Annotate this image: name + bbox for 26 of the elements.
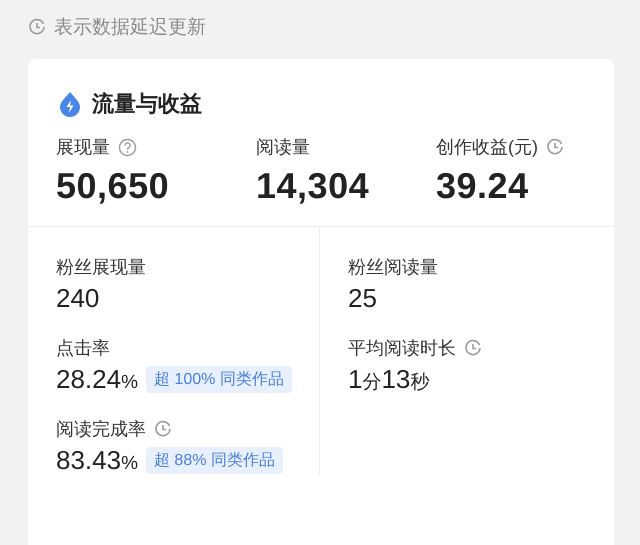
clock-icon (28, 18, 46, 36)
clock-icon (464, 339, 482, 357)
metric-value: 50,650 (56, 165, 170, 207)
metric-label: 创作收益(元) (436, 136, 538, 159)
metric-label: 平均阅读时长 (348, 337, 456, 360)
clock-icon (154, 420, 172, 438)
metric-value: 1分13秒 (348, 364, 430, 395)
card-title: 流量与收益 (92, 90, 202, 118)
metric-label: 展现量 (56, 136, 110, 159)
help-icon[interactable] (118, 138, 137, 156)
metric-label: 粉丝展现量 (56, 256, 146, 279)
comparison-badge: 超 100% 同类作品 (146, 366, 292, 393)
metric-value: 14,304 (256, 165, 370, 207)
lightning-drop-icon (58, 91, 82, 117)
metric-value: 28.24% (56, 364, 138, 395)
metric-value: 83.43% (56, 445, 138, 476)
metric-label: 阅读量 (256, 136, 310, 159)
metric-label: 点击率 (56, 337, 110, 360)
metric-label: 粉丝阅读量 (348, 256, 438, 279)
clock-icon (546, 138, 564, 156)
metric-value: 240 (56, 283, 100, 314)
metric-label: 阅读完成率 (56, 418, 146, 441)
comparison-badge: 超 88% 同类作品 (146, 447, 283, 474)
notice-text: 表示数据延迟更新 (54, 16, 206, 40)
metric-value: 39.24 (436, 165, 530, 207)
metric-value: 25 (348, 283, 377, 314)
